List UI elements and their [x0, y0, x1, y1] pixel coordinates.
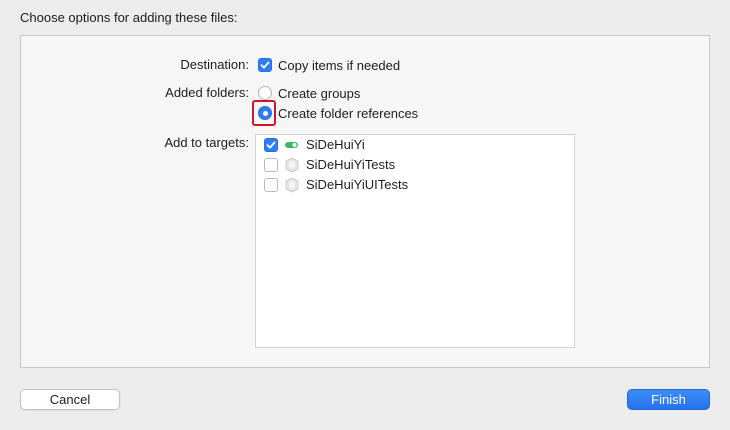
- copy-items-checkbox[interactable]: [258, 58, 272, 72]
- target-name: SiDeHuiYiTests: [306, 157, 396, 172]
- added-folders-label: Added folders:: [165, 85, 249, 100]
- target-checkbox[interactable]: [264, 158, 278, 172]
- app-target-icon: [285, 142, 298, 148]
- create-groups-label[interactable]: Create groups: [278, 86, 360, 101]
- test-target-icon: [285, 157, 299, 173]
- add-to-targets-label: Add to targets:: [164, 135, 249, 150]
- add-files-dialog: Choose options for adding these files: D…: [0, 0, 730, 430]
- target-row[interactable]: SiDeHuiYi: [256, 135, 574, 155]
- target-name: SiDeHuiYi: [306, 137, 365, 152]
- create-folder-references-label[interactable]: Create folder references: [278, 106, 418, 121]
- target-checkbox[interactable]: [264, 138, 278, 152]
- checkmark-icon: [266, 141, 276, 149]
- target-row[interactable]: SiDeHuiYiTests: [256, 155, 574, 175]
- create-folder-references-radio[interactable]: [258, 106, 272, 120]
- cancel-button[interactable]: Cancel: [20, 389, 120, 410]
- copy-items-label[interactable]: Copy items if needed: [278, 58, 400, 73]
- test-target-icon: [285, 177, 299, 193]
- target-checkbox[interactable]: [264, 178, 278, 192]
- destination-label: Destination:: [180, 57, 249, 72]
- checkmark-icon: [260, 61, 270, 69]
- finish-button[interactable]: Finish: [627, 389, 710, 410]
- target-row[interactable]: SiDeHuiYiUITests: [256, 175, 574, 195]
- target-name: SiDeHuiYiUITests: [306, 177, 409, 192]
- create-groups-radio[interactable]: [258, 86, 272, 100]
- targets-list[interactable]: SiDeHuiYi SiDeHuiYiTests SiDeHuiYiUITest…: [255, 134, 575, 348]
- dialog-header: Choose options for adding these files:: [20, 10, 238, 25]
